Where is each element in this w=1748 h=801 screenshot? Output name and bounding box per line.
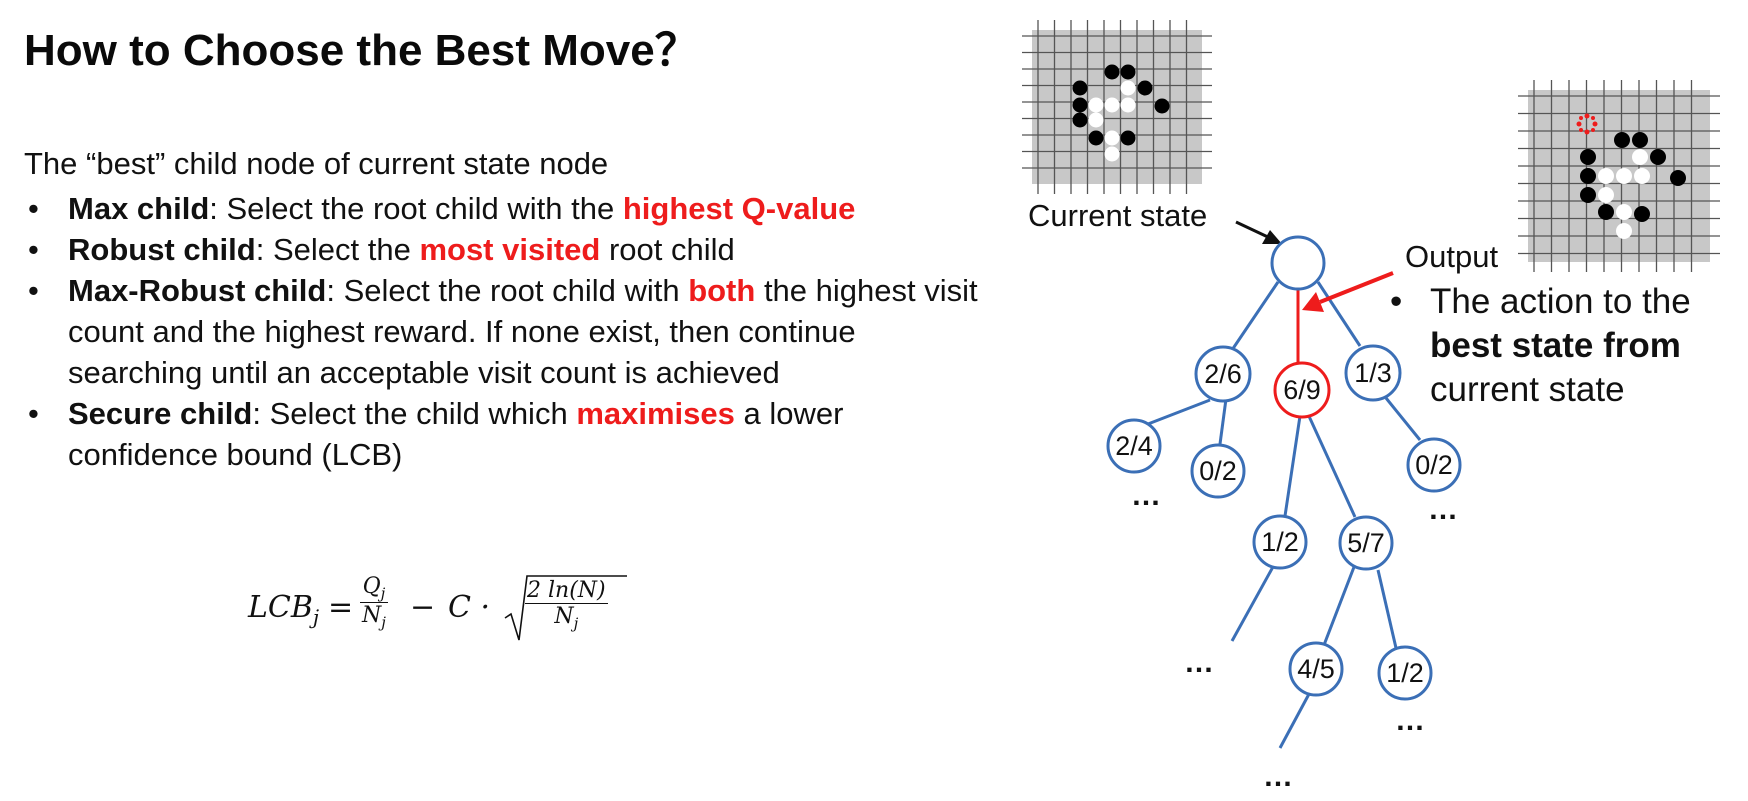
black-stone xyxy=(1154,98,1170,114)
bullet-dot: • xyxy=(1390,282,1403,321)
tree-node: 2/4 xyxy=(1106,418,1162,474)
current-state-arrow-icon xyxy=(1235,220,1282,244)
white-stone xyxy=(1616,168,1632,184)
tree-node: 1/2 xyxy=(1377,645,1433,701)
node-label: 1/2 xyxy=(1386,658,1424,688)
black-stone xyxy=(1072,112,1088,128)
white-stone xyxy=(1616,223,1632,239)
ellipsis: … xyxy=(1263,760,1293,793)
ellipsis: … xyxy=(1428,493,1458,526)
edge-5-7-1-2 xyxy=(1376,569,1398,649)
node-label: 1/3 xyxy=(1354,358,1392,388)
white-stone xyxy=(1634,168,1650,184)
edge-root-1-3 xyxy=(1316,281,1362,347)
output-desc-text: The action to the xyxy=(1430,282,1691,321)
node-label: 4/5 xyxy=(1297,654,1335,684)
tree-node-best: 6/9 xyxy=(1273,361,1331,419)
black-stone xyxy=(1072,97,1088,113)
ellipsis: … xyxy=(1184,646,1214,679)
white-stone xyxy=(1104,97,1120,113)
output-board xyxy=(1518,80,1720,272)
edge-2-6-2-4 xyxy=(1147,398,1211,426)
current-state-label: Current state xyxy=(1028,198,1207,233)
output-description: • The action to the best state from curre… xyxy=(1390,280,1748,412)
black-stone xyxy=(1614,132,1630,148)
edge-4-5-cont xyxy=(1278,693,1311,749)
white-stone xyxy=(1598,168,1614,184)
black-stone xyxy=(1634,206,1650,222)
black-stone xyxy=(1580,187,1596,203)
white-stone xyxy=(1616,204,1632,220)
node-label: 1/2 xyxy=(1261,527,1299,557)
black-stone xyxy=(1598,204,1614,220)
white-stone xyxy=(1598,187,1614,203)
white-stone xyxy=(1088,97,1104,113)
tree-nodes: 2/6 6/9 1/3 2/4 0/2 0/2 1/2 5/7 4/5 1/2 xyxy=(1106,235,1462,701)
current-state-board xyxy=(1022,20,1212,194)
edge-5-7-4-5 xyxy=(1322,566,1356,646)
black-stone xyxy=(1670,170,1686,186)
white-stone xyxy=(1088,112,1104,128)
node-label: 0/2 xyxy=(1199,456,1237,486)
output-desc-strong: best state from xyxy=(1430,326,1681,365)
edge-6-9-1-2 xyxy=(1283,415,1302,517)
node-label: 2/4 xyxy=(1115,431,1153,461)
root-node xyxy=(1270,235,1326,291)
node-label: 5/7 xyxy=(1347,528,1385,558)
black-stone xyxy=(1137,80,1153,96)
tree-node: 1/2 xyxy=(1252,514,1308,570)
node-label: 0/2 xyxy=(1415,450,1453,480)
ellipsis: … xyxy=(1395,704,1425,737)
black-stone xyxy=(1580,149,1596,165)
black-stone xyxy=(1120,130,1136,146)
tree-node: 0/2 xyxy=(1406,437,1462,493)
edge-root-2-6 xyxy=(1230,281,1280,351)
edge-6-9-5-7 xyxy=(1306,413,1357,518)
white-stone xyxy=(1632,149,1648,165)
white-stone xyxy=(1104,130,1120,146)
black-stone xyxy=(1120,64,1136,80)
white-stone xyxy=(1120,80,1136,96)
node-label: 2/6 xyxy=(1204,359,1242,389)
edge-1-2-cont xyxy=(1230,564,1276,642)
tree-node: 0/2 xyxy=(1190,443,1246,499)
black-stone xyxy=(1088,130,1104,146)
output-desc-tail: current state xyxy=(1430,370,1625,409)
black-stone xyxy=(1580,168,1596,184)
output-label: Output xyxy=(1405,239,1498,274)
node-label: 6/9 xyxy=(1283,375,1321,405)
white-stone xyxy=(1120,97,1136,113)
tree-node: 1/3 xyxy=(1344,344,1402,402)
black-stone xyxy=(1104,64,1120,80)
black-stone xyxy=(1632,132,1648,148)
tree-node: 5/7 xyxy=(1338,515,1394,571)
ellipsis: … xyxy=(1131,479,1161,512)
black-stone xyxy=(1072,80,1088,96)
black-stone xyxy=(1650,149,1666,165)
tree-node: 2/6 xyxy=(1194,345,1252,403)
white-stone xyxy=(1104,146,1120,162)
tree-node: 4/5 xyxy=(1288,641,1344,697)
edge-2-6-0-2 xyxy=(1218,398,1228,445)
edge-1-3-0-2 xyxy=(1384,397,1422,441)
